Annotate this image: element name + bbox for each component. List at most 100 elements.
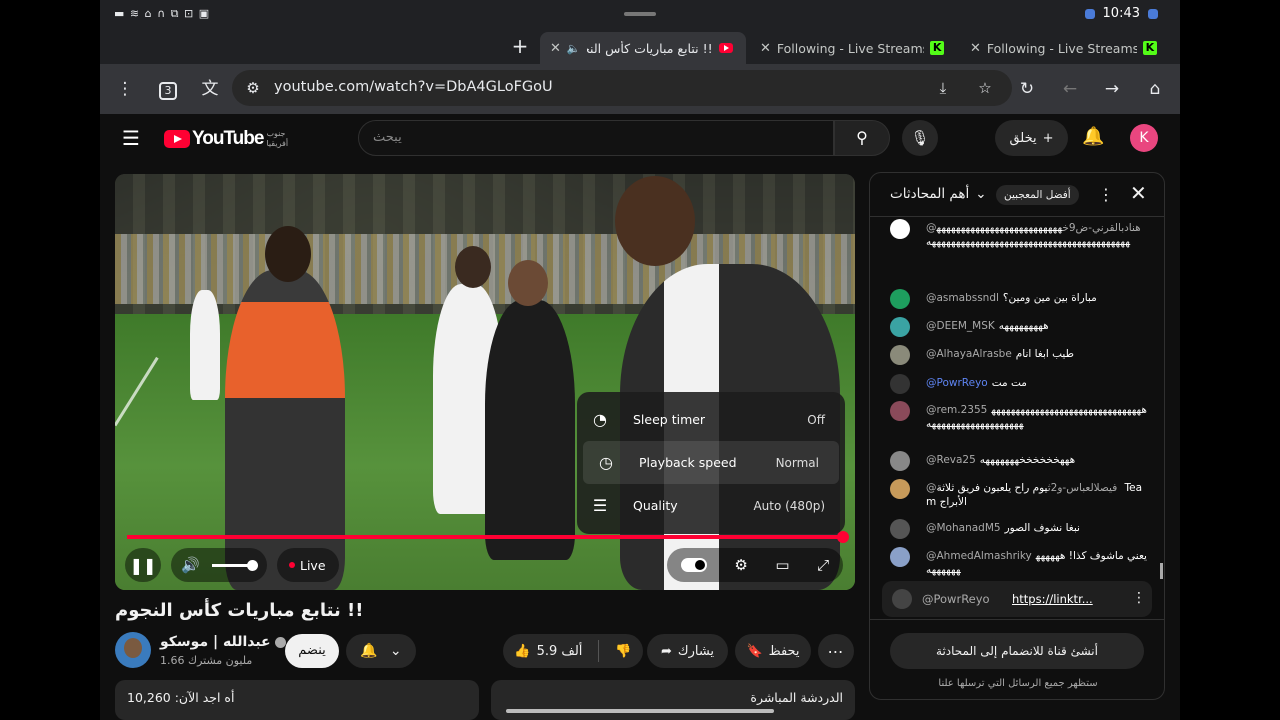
avatar[interactable] xyxy=(890,401,910,421)
back-arrow-icon[interactable]: ← xyxy=(1058,77,1082,101)
player-right-controls: ⚙ ▭ ⤢ xyxy=(667,548,843,582)
avatar[interactable] xyxy=(890,289,910,309)
kebab-menu-icon[interactable]: ⋮ xyxy=(1132,590,1146,606)
volume-control[interactable]: 🔊 xyxy=(171,548,267,582)
notification-icon xyxy=(1084,8,1095,19)
tab-switcher-button[interactable]: 3 xyxy=(156,77,180,101)
scrubber-handle[interactable] xyxy=(837,531,849,543)
avatar[interactable] xyxy=(890,317,910,337)
create-button[interactable]: يخلق + xyxy=(995,120,1068,156)
person-figure xyxy=(485,300,575,560)
reload-icon[interactable]: ↻ xyxy=(1015,77,1039,101)
volume-slider[interactable] xyxy=(211,559,258,571)
address-bar[interactable]: ⚙ youtube.com/watch?v=DbA4GLoFGoU ⤓ ☆ xyxy=(232,70,1012,106)
channel-avatar[interactable] xyxy=(115,632,151,668)
theater-mode-icon[interactable]: ▭ xyxy=(775,556,789,574)
pinned-message[interactable]: @PowrReyo https://linktr... ⋮ xyxy=(882,581,1152,617)
speaker-icon[interactable]: 🔈 xyxy=(567,42,581,55)
chat-author[interactable]: @rem.2355 xyxy=(926,404,987,416)
site-settings-icon[interactable]: ⚙ xyxy=(242,77,264,99)
progress-bar[interactable] xyxy=(127,535,845,539)
bookmark-star-icon[interactable]: ☆ xyxy=(974,77,996,99)
top-fans-badge[interactable]: أفضل المعجبين xyxy=(996,185,1079,205)
youtube-logo[interactable]: YouTube جنوب أفريقيا xyxy=(164,128,294,150)
tab-kick-1[interactable]: ✕ Following - Live Streams on K xyxy=(750,32,954,64)
chat-mode-dropdown[interactable]: أهم المحادثات ⌄ xyxy=(890,186,987,202)
close-tab-icon[interactable]: ✕ xyxy=(970,41,981,56)
search-icon: ⚲ xyxy=(856,128,868,147)
youtube-page: ☰ YouTube جنوب أفريقيا يبحث ⚲ 🎙 يخلق + 🔔… xyxy=(100,114,1180,720)
account-avatar[interactable]: K xyxy=(1130,124,1158,152)
create-channel-button[interactable]: أنشئ قناة للانضمام إلى المحادثة xyxy=(890,633,1144,669)
chat-author[interactable]: @AhmedAlmashriky xyxy=(926,550,1032,562)
chat-author[interactable]: @AlhayaAlrasbe xyxy=(926,348,1012,360)
close-tab-icon[interactable]: ✕ xyxy=(550,41,561,56)
join-button[interactable]: ينضم xyxy=(285,634,339,668)
chevron-down-icon: ⌄ xyxy=(975,186,987,202)
chat-header: أهم المحادثات ⌄ أفضل المعجبين ⋮ ✕ xyxy=(870,173,1164,217)
sleep-timer-item[interactable]: ◔ Sleep timer Off xyxy=(577,398,845,441)
pinned-link[interactable]: https://linktr... xyxy=(1012,592,1093,606)
live-indicator[interactable]: Live xyxy=(277,548,339,582)
notifications-bell-icon[interactable]: 🔔 xyxy=(1082,126,1104,147)
speed-icon: ◷ xyxy=(599,453,613,472)
tab-kick-2[interactable]: ✕ Following - Live Streams on K xyxy=(960,32,1170,64)
hamburger-menu-icon[interactable]: ☰ xyxy=(122,126,140,150)
share-icon: ➦ xyxy=(660,643,672,659)
search-input[interactable]: يبحث xyxy=(358,120,834,156)
voice-search-button[interactable]: 🎙 xyxy=(902,120,938,156)
chat-author[interactable]: @Reva25 xyxy=(926,454,976,466)
save-button[interactable]: 🔖 يحفظ xyxy=(735,634,811,668)
volume-icon: 🔊 xyxy=(181,556,200,574)
close-chat-icon[interactable]: ✕ xyxy=(1130,181,1147,205)
download-icon[interactable]: ⤓ xyxy=(932,77,954,99)
description-card[interactable]: أه اجد الآن: 10,260 xyxy=(115,680,479,720)
chat-footnote: ستظهر جميع الرسائل التي ترسلها علنا xyxy=(938,678,1098,689)
avatar[interactable] xyxy=(890,547,910,567)
chat-author[interactable]: @asmabssndl xyxy=(926,292,999,304)
avatar[interactable] xyxy=(890,479,910,499)
status-icons: ▬ ≋ ⌂ ∩ ⧉ ⊡ ▣ xyxy=(114,7,211,20)
search-button[interactable]: ⚲ xyxy=(834,120,890,156)
chat-menu-icon[interactable]: ⋮ xyxy=(1098,185,1114,204)
settings-gear-icon[interactable]: ⚙ xyxy=(734,556,747,574)
avatar[interactable] xyxy=(890,519,910,539)
translate-icon[interactable]: 文 xyxy=(198,77,222,101)
menu-kebab-icon[interactable]: ⋮ xyxy=(113,77,137,101)
share-button[interactable]: ➦ يشارك xyxy=(647,634,728,668)
subscribe-bell-button[interactable]: 🔔 ⌄ xyxy=(346,634,416,668)
chat-author[interactable]: @MohanadM5 xyxy=(926,522,1001,534)
quality-item[interactable]: ☰ Quality Auto (480p) xyxy=(577,484,845,527)
chat-author[interactable]: @PowrReyo xyxy=(926,377,988,389)
clock: 10:43 xyxy=(1102,6,1140,21)
fullscreen-icon[interactable]: ⤢ xyxy=(817,556,829,574)
gesture-bar[interactable] xyxy=(506,709,774,713)
avatar[interactable] xyxy=(890,219,910,239)
country-code: جنوب أفريقيا xyxy=(266,129,289,148)
tab-youtube[interactable]: ✕ 🔈 !! نتابع مباريات كأس النجوم - xyxy=(540,32,746,64)
close-tab-icon[interactable]: ✕ xyxy=(760,41,771,56)
avatar[interactable] xyxy=(890,451,910,471)
channel-name[interactable]: عبدالله | موسكو xyxy=(160,634,286,650)
playback-speed-item[interactable]: ◷ Playback speed Normal xyxy=(583,441,839,484)
live-chat-card[interactable]: الدردشة المباشرة xyxy=(491,680,855,720)
avatar[interactable] xyxy=(890,345,910,365)
like-icon[interactable]: 👍 xyxy=(514,644,530,659)
pause-button[interactable]: ❚❚ xyxy=(125,548,161,582)
autoplay-toggle[interactable] xyxy=(680,558,707,572)
url-text[interactable]: youtube.com/watch?v=DbA4GLoFGoU xyxy=(274,79,553,95)
video-player[interactable]: ◔ Sleep timer Off ◷ Playback speed Norma… xyxy=(115,174,855,590)
new-tab-button[interactable]: + xyxy=(508,35,532,59)
chat-author[interactable]: @DEEM_MSK xyxy=(926,320,995,332)
subscriber-count: 1.66 مليون مشترك xyxy=(160,654,253,667)
like-count[interactable]: 5.9 ألف xyxy=(537,644,583,659)
drag-handle[interactable] xyxy=(624,12,656,16)
home-icon[interactable]: ⌂ xyxy=(1143,77,1167,101)
dislike-icon[interactable]: 👎 xyxy=(615,644,631,659)
battery-icon xyxy=(1148,8,1158,19)
forward-arrow-icon[interactable]: → xyxy=(1100,77,1124,101)
create-label: يخلق xyxy=(1009,130,1037,146)
scrollbar[interactable] xyxy=(1160,563,1163,579)
avatar[interactable] xyxy=(890,374,910,394)
more-actions-button[interactable]: ⋯ xyxy=(818,634,854,668)
